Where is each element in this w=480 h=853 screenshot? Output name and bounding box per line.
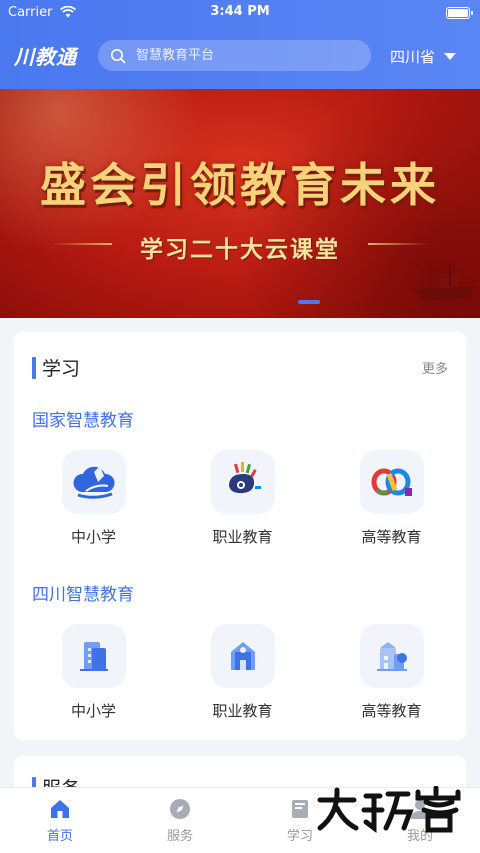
banner-title: 盛会引领教育未来: [40, 158, 440, 212]
tile-label: 职业教育: [212, 702, 273, 720]
banner-carousel[interactable]: 盛会引领教育未来 学习二十大云课堂: [0, 89, 480, 318]
tab-home[interactable]: 首页: [0, 788, 120, 853]
tab-label: 服务: [166, 829, 193, 844]
tile-label: 高等教育: [361, 528, 422, 546]
carousel-indicator[interactable]: [298, 300, 320, 304]
cloud-book-icon: [61, 450, 126, 514]
learning-card: 学习 更多 国家智慧教育 中小学 职业教育 高等教育 四川智慧教育 中小学 职业…: [14, 332, 466, 740]
learning-title: 学习: [42, 358, 81, 380]
tile-label: 中小学: [70, 528, 116, 546]
battery-icon: [446, 7, 473, 19]
national-grid: 中小学 职业教育 高等教育: [14, 450, 466, 547]
tile-label: 中小学: [70, 702, 116, 720]
tab-label: 首页: [46, 829, 73, 844]
app-logo: 川教通: [14, 45, 77, 69]
tab-label: 学习: [286, 829, 313, 844]
book-icon: [292, 800, 308, 818]
building-icon: [61, 624, 126, 688]
more-link[interactable]: 更多: [422, 358, 448, 377]
sichuan-tile-vocational[interactable]: 职业教育: [168, 624, 317, 721]
status-bar: Carrier 3:44 PM: [0, 0, 480, 26]
search-bar[interactable]: [98, 40, 371, 71]
national-tile-higher[interactable]: 高等教育: [317, 450, 466, 547]
sichuan-tile-primary[interactable]: 中小学: [19, 624, 168, 721]
tile-label: 高等教育: [361, 702, 422, 720]
region-label: 四川省: [390, 48, 436, 66]
sichuan-tile-higher[interactable]: 高等教育: [317, 624, 466, 721]
school-icon: [210, 624, 275, 688]
compass-icon: [170, 799, 190, 819]
sichuan-grid: 中小学 职业教育 高等教育: [14, 624, 466, 721]
boat-illustration: [414, 266, 476, 300]
learning-header: 学习: [32, 354, 80, 381]
infinity-icon: [359, 450, 424, 514]
national-tile-vocational[interactable]: 职业教育: [168, 450, 317, 547]
search-icon: [111, 48, 126, 63]
home-icon: [51, 800, 69, 818]
campus-icon: [359, 624, 424, 688]
caret-down-icon: [444, 53, 457, 60]
app-header: Carrier 3:44 PM 川教通 四川省: [0, 0, 480, 89]
tile-label: 职业教育: [212, 528, 273, 546]
sichuan-section-title: 四川智慧教育: [32, 585, 134, 605]
search-input[interactable]: [136, 48, 356, 63]
tab-services[interactable]: 服务: [120, 788, 240, 853]
section-accent-bar: [32, 356, 36, 379]
watermark-logo: [317, 786, 461, 833]
clock: 3:44 PM: [210, 4, 270, 19]
national-section-title: 国家智慧教育: [32, 411, 134, 431]
palette-icon: [210, 450, 275, 514]
region-selector[interactable]: 四川省: [390, 46, 457, 67]
national-tile-primary[interactable]: 中小学: [19, 450, 168, 547]
banner-subtitle: 学习二十大云课堂: [140, 237, 340, 263]
